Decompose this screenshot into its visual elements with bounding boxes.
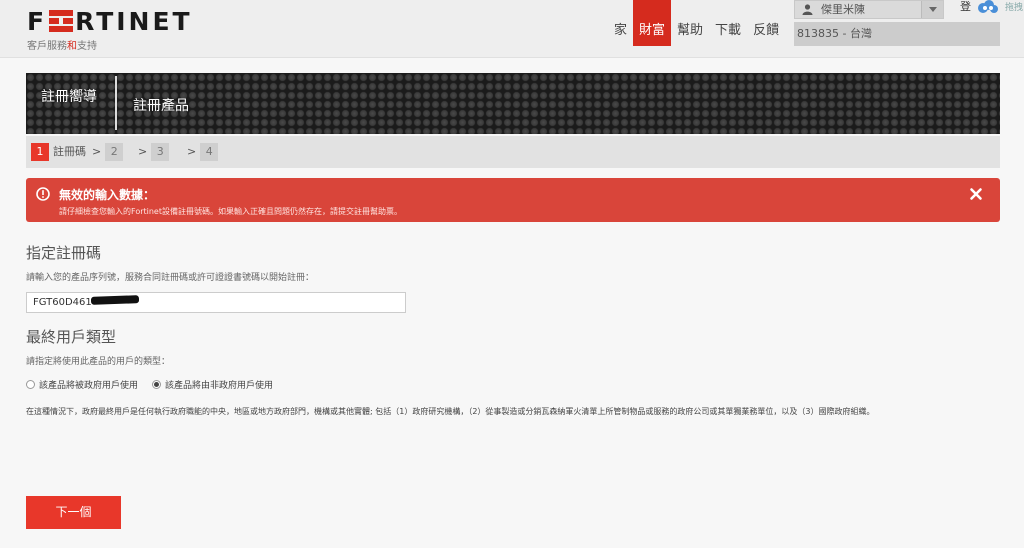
nav-home[interactable]: 家: [608, 0, 633, 46]
nav-feedback[interactable]: 反饋: [747, 0, 785, 46]
logo-rtinet: RTINET: [75, 7, 193, 36]
registration-prompt: 請輸入您的產品序列號，服務合同註冊碼或許可證證書號碼以開始註冊：: [26, 273, 315, 283]
step-4: >4: [187, 143, 219, 161]
step-2-number: 2: [105, 143, 124, 161]
fortinet-logo[interactable]: F RTINET: [27, 7, 193, 36]
end-user-prompt: 請指定將使用此產品的用戶的類型：: [26, 357, 171, 367]
top-nav: 家 財富 幫助 下載 反饋: [608, 0, 785, 46]
nav-assets[interactable]: 財富: [633, 0, 672, 46]
step-3-number: 3: [151, 143, 170, 161]
alert-title: 無效的輸入數據：: [59, 188, 156, 202]
end-user-heading: 最終用戶類型: [26, 328, 117, 346]
step-3: >3: [138, 143, 170, 161]
banner-divider: [115, 76, 117, 130]
banner-subtitle: 註冊產品: [133, 98, 189, 114]
user-menu[interactable]: 傑里米陳: [794, 0, 944, 19]
extension-label: 拖拽: [1005, 3, 1024, 13]
serial-number-input[interactable]: FGT60D461: [26, 292, 406, 313]
cloud-extension-icon[interactable]: [976, 0, 1000, 14]
step-indicator: 1 註冊碼 >2 >3 >4: [26, 136, 1000, 168]
alert-circle-icon: [36, 187, 50, 201]
nav-help[interactable]: 幫助: [671, 0, 709, 46]
step-1: 1 註冊碼 >2: [31, 143, 124, 161]
user-icon: [802, 4, 813, 15]
banner-title: 註冊嚮導: [41, 89, 97, 105]
alert-message: 請仔細檢查您輸入的Fortinet設備註冊號碼。如果輸入正確且問題仍然存在，請提…: [59, 207, 402, 216]
step-separator: >: [138, 145, 148, 158]
radio-government[interactable]: [26, 379, 35, 389]
government-definition-note: 在這種情況下，政府最終用戶是任何執行政府職能的中央，地區或地方政府部門，機構或其…: [26, 407, 875, 416]
registration-heading: 指定註冊碼: [26, 244, 102, 262]
step-separator: >: [92, 145, 102, 158]
site-subtitle: 客戶服務和支持: [27, 41, 97, 52]
end-user-type-options: 該產品將被政府用戶使用 該產品將由非政府用戶使用: [26, 377, 287, 391]
site-header: F RTINET 客戶服務和支持 家 財富 幫助 下載 反饋 傑里米陳 登 拖拽 …: [0, 0, 1024, 58]
nav-download[interactable]: 下載: [709, 0, 747, 46]
logo-mark-icon: [49, 10, 74, 32]
radio-government-label[interactable]: 該產品將被政府用戶使用: [39, 378, 138, 391]
step-1-label: 註冊碼: [53, 145, 86, 158]
chevron-down-icon[interactable]: [921, 1, 943, 18]
step-1-number: 1: [31, 143, 49, 161]
close-icon[interactable]: [969, 187, 983, 201]
login-link[interactable]: 登: [960, 0, 971, 14]
account-location: 813835 - 台灣: [794, 22, 1000, 46]
logo-f: F: [27, 7, 48, 36]
radio-non-government-label[interactable]: 該產品將由非政府用戶使用: [165, 378, 273, 391]
error-alert: 無效的輸入數據： 請仔細檢查您輸入的Fortinet設備註冊號碼。如果輸入正確且…: [26, 178, 1000, 222]
next-button[interactable]: 下一個: [26, 496, 121, 529]
user-name: 傑里米陳: [821, 3, 865, 16]
step-4-number: 4: [200, 143, 219, 161]
radio-non-government[interactable]: [152, 379, 162, 389]
registration-banner: 註冊嚮導 註冊產品: [26, 73, 1000, 134]
step-separator: >: [187, 145, 197, 158]
redaction-mark: [90, 295, 140, 305]
